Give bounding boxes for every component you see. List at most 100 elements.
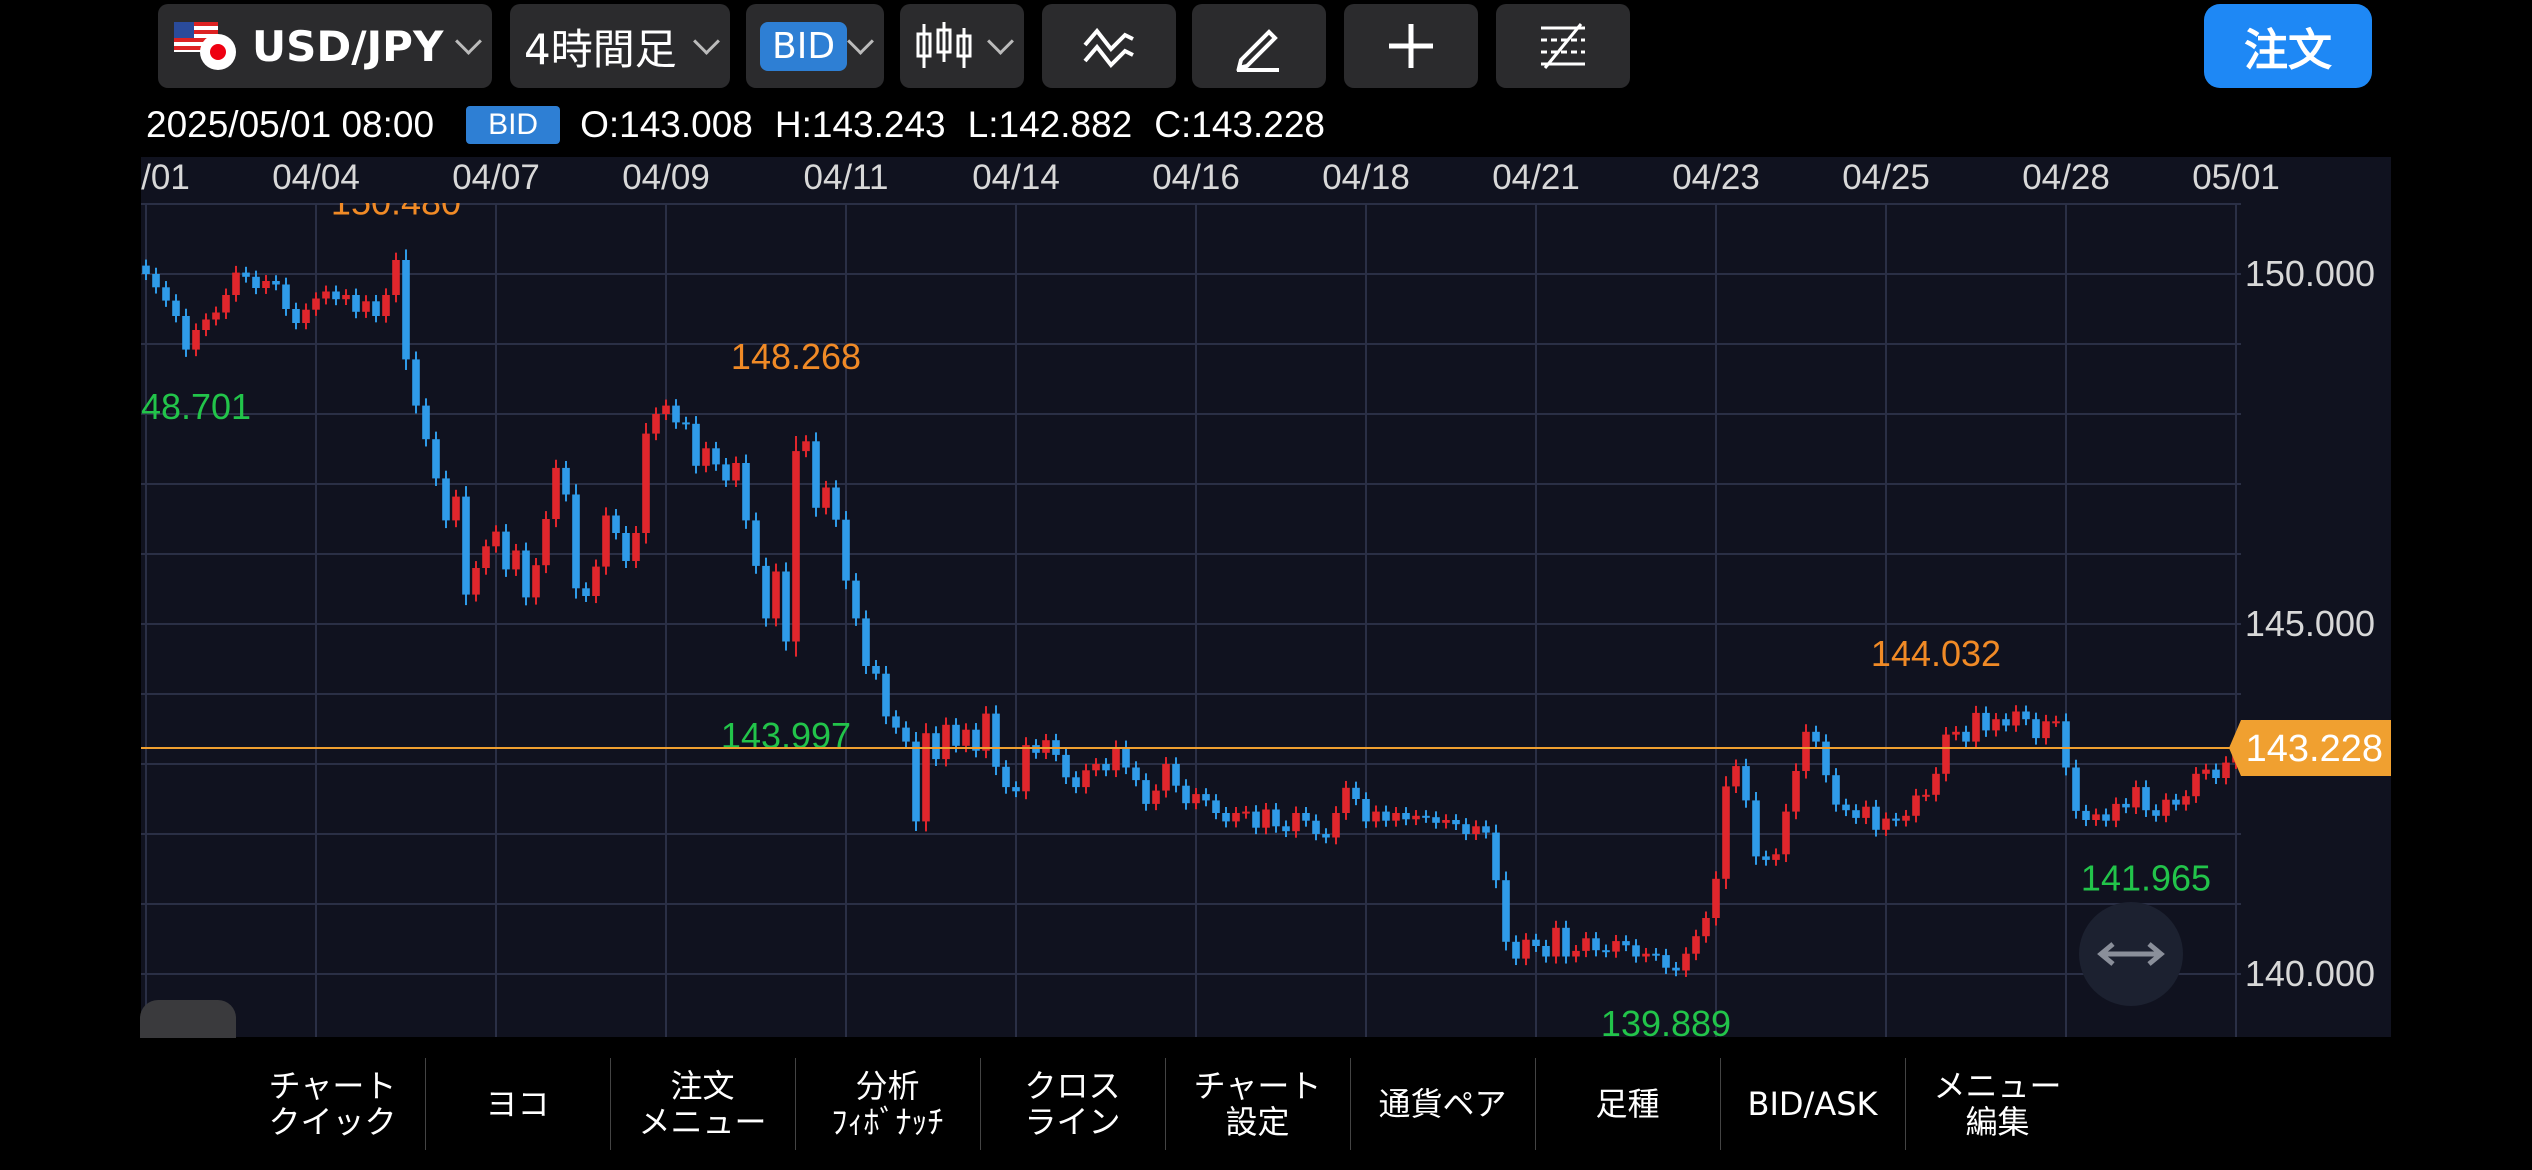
candle-body (372, 301, 380, 316)
y-tick-label: 150.000 (2245, 253, 2375, 294)
chart-type-selector[interactable] (900, 4, 1024, 88)
candle-body (772, 571, 780, 619)
crosshair-button[interactable] (1344, 4, 1478, 88)
candle-body (2142, 787, 2150, 811)
candle-body (1722, 786, 1730, 879)
candle-body (2002, 719, 2010, 726)
candle-body (502, 531, 510, 570)
candle-body (342, 295, 350, 300)
bottom-menu-item[interactable]: 注文 メニュー (610, 1058, 796, 1150)
price-type-badge: BID (760, 21, 848, 71)
candle-body (1942, 734, 1950, 774)
candle (752, 512, 760, 574)
candle (1742, 758, 1750, 808)
candle (742, 454, 750, 529)
candle-body (1362, 799, 1370, 822)
candle-body (1522, 939, 1530, 959)
candle-body (882, 673, 890, 717)
candle-body (382, 295, 390, 316)
candle-body (1622, 941, 1630, 946)
candle-body (752, 520, 760, 566)
bottom-menu-item[interactable]: チャート 設定 (1165, 1058, 1351, 1150)
candle (1722, 776, 1730, 890)
candle-body (1912, 795, 1920, 816)
candle-body (562, 467, 570, 495)
bottom-menu-item[interactable]: メニュー 編集 (1905, 1058, 2090, 1150)
crosshair-icon (1389, 24, 1433, 68)
indicator-button[interactable] (1042, 4, 1176, 88)
candle-body (1952, 731, 1960, 735)
candle (992, 705, 1000, 776)
candle-body (1252, 811, 1260, 828)
candle-body (352, 295, 360, 312)
bottom-menu-item[interactable]: BID/ASK (1720, 1058, 1906, 1150)
candle-body (2072, 767, 2080, 811)
bottom-menu-sublabel: ﾌｨﾎﾞﾅｯﾁ (831, 1103, 944, 1141)
candle-body (1472, 826, 1480, 834)
candle-body (1822, 741, 1830, 776)
bottom-menu-item[interactable]: 通貨ペア (1350, 1058, 1536, 1150)
candle-body (2042, 721, 2050, 739)
candle-body (2162, 799, 2170, 816)
candle-body (212, 312, 220, 320)
timeframe-label: 4時間足 (524, 24, 677, 74)
candle-body (1882, 818, 1890, 830)
currency-pair-selector[interactable]: USD/JPY (158, 4, 492, 88)
candle-body (1752, 800, 1760, 857)
candle-body (2032, 719, 2040, 739)
candle-body (1452, 820, 1460, 825)
bottom-menu-item[interactable]: ヨコ (425, 1058, 611, 1150)
bottom-menu-item[interactable]: チャート クイック (240, 1058, 426, 1150)
candle-body (462, 496, 470, 595)
candle-body (522, 550, 530, 598)
candle-body (692, 423, 700, 466)
ohlc-high: H:143.243 (774, 104, 946, 145)
candle-body (1172, 764, 1180, 786)
x-tick-label: 04/07 (452, 158, 540, 197)
candle-body (482, 546, 490, 568)
candle-body (202, 319, 210, 330)
candle-body (1762, 856, 1770, 860)
order-button[interactable]: 注文 (2204, 4, 2372, 88)
candle-body (822, 487, 830, 508)
candle-body (162, 287, 170, 301)
indicator-lines-icon (1083, 27, 1134, 69)
candle-body (1092, 764, 1100, 771)
fibonacci-button[interactable] (1496, 4, 1630, 88)
chart-canvas[interactable]: 150.480148.701148.268143.997144.032139.8… (102, 157, 2391, 1044)
price-type-selector[interactable]: BID (746, 4, 884, 88)
candle (782, 562, 790, 651)
bottom-menu-item[interactable]: クロス ライン (980, 1058, 1166, 1150)
pan-handle[interactable] (2079, 902, 2183, 1006)
candle-body (422, 405, 430, 440)
candle-body (682, 422, 690, 425)
candle (862, 610, 870, 674)
candle-body (392, 260, 400, 295)
candle-body (662, 405, 670, 414)
x-tick-label: 04/23 (1672, 158, 1760, 197)
candle-body (1332, 813, 1340, 838)
chevron-down-icon (987, 28, 1014, 55)
chevron-down-icon (847, 28, 874, 55)
candle-body (1552, 927, 1560, 957)
x-tick-label: 04/09 (622, 158, 710, 197)
candle-body (232, 272, 240, 295)
candle-body (1122, 747, 1130, 768)
bottom-menu-item[interactable]: 分析 ﾌｨﾎﾞﾅｯﾁ (795, 1058, 981, 1150)
timeframe-selector[interactable]: 4時間足 (510, 4, 730, 88)
x-tick-label: 04/25 (1842, 158, 1930, 197)
candle-body (1462, 824, 1470, 834)
candle-body (532, 565, 540, 598)
candle-body (1932, 773, 1940, 795)
candle-body (1182, 785, 1190, 804)
candle-body (1102, 764, 1110, 771)
candle-body (1682, 953, 1690, 971)
candlestick-chart[interactable]: 150.480148.701148.268143.997144.032139.8… (102, 157, 2391, 1044)
bottom-menu-item[interactable]: 足種 (1535, 1058, 1721, 1150)
draw-tool-button[interactable] (1192, 4, 1326, 88)
candle-body (252, 276, 260, 288)
ohlc-bid-badge: BID (466, 106, 561, 144)
candle (842, 511, 850, 590)
candle (642, 423, 650, 544)
candle-body (322, 291, 330, 299)
